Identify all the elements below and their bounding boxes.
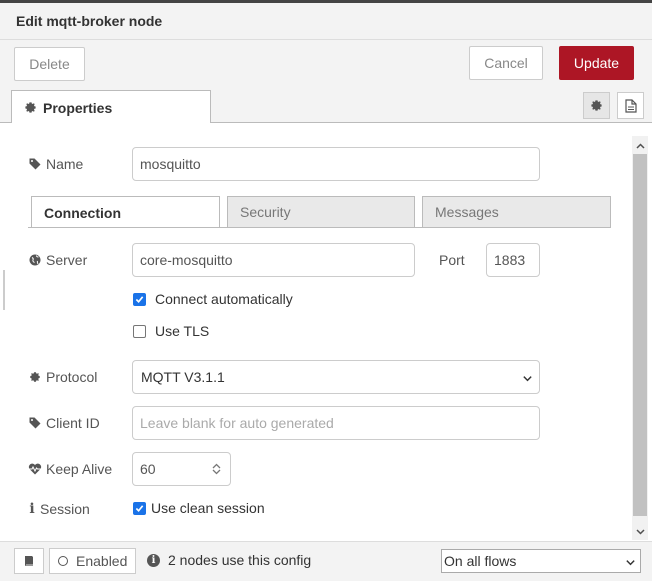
gear-icon	[590, 99, 603, 112]
clean-session-checkbox[interactable]	[133, 502, 146, 515]
client-id-label: Client ID	[28, 414, 100, 432]
port-label: Port	[439, 252, 465, 268]
tab-connection[interactable]: Connection	[31, 196, 220, 228]
button-bar	[0, 40, 652, 86]
dialog-title: Edit mqtt-broker node	[16, 13, 163, 29]
scroll-up-icon[interactable]	[632, 138, 648, 154]
tab-properties-label: Properties	[43, 99, 113, 116]
usage-info: i 2 nodes use this config	[147, 552, 311, 568]
chevron-down-icon	[522, 371, 533, 387]
description-tab-button[interactable]	[617, 92, 644, 119]
protocol-select[interactable]: MQTT V3.1.1	[132, 360, 540, 394]
scope-select[interactable]: On all flows	[441, 549, 641, 573]
enabled-toggle[interactable]: Enabled	[49, 548, 136, 574]
use-tls-label: Use TLS	[155, 323, 210, 339]
heartbeat-icon	[28, 463, 42, 475]
server-label: Server	[28, 251, 87, 269]
resize-handle[interactable]	[3, 270, 5, 310]
book-icon	[23, 555, 35, 567]
info-icon: i	[147, 553, 160, 567]
keep-alive-stepper[interactable]	[207, 459, 225, 479]
tab-messages[interactable]: Messages	[422, 196, 611, 228]
vertical-scrollbar[interactable]	[632, 136, 648, 540]
gear-icon	[28, 371, 42, 383]
clean-session-label: Use clean session	[151, 500, 265, 516]
connect-automatically-label: Connect automatically	[155, 291, 293, 307]
settings-tab-button[interactable]	[583, 92, 610, 119]
cancel-button[interactable]: Cancel	[469, 46, 543, 80]
server-input[interactable]	[132, 243, 415, 277]
chevron-down-icon	[625, 555, 636, 571]
subtab-divider	[28, 227, 610, 228]
connect-automatically-checkbox[interactable]	[133, 293, 146, 306]
tag-icon	[28, 417, 42, 429]
use-tls-checkbox[interactable]	[133, 325, 146, 338]
gear-icon	[24, 101, 37, 114]
chevron-down-icon	[212, 469, 220, 475]
session-label: i Session	[29, 501, 90, 517]
dialog-header: Edit mqtt-broker node	[0, 3, 652, 40]
help-button[interactable]	[14, 548, 44, 574]
name-label: Name	[28, 155, 83, 173]
tab-properties[interactable]: Properties	[11, 90, 211, 124]
keep-alive-label: Keep Alive	[28, 460, 112, 478]
client-id-input[interactable]	[132, 406, 540, 440]
protocol-label: Protocol	[28, 368, 97, 386]
scrollbar-thumb[interactable]	[633, 154, 647, 516]
globe-icon	[28, 254, 42, 266]
update-button[interactable]: Update	[559, 46, 634, 80]
check-icon	[135, 505, 144, 512]
enabled-indicator	[58, 556, 68, 566]
document-icon	[624, 98, 637, 113]
tag-icon	[28, 158, 42, 170]
name-input[interactable]	[132, 147, 540, 181]
tab-security[interactable]: Security	[227, 196, 415, 228]
scroll-down-icon[interactable]	[632, 524, 648, 540]
port-input[interactable]	[486, 243, 540, 277]
check-icon	[135, 296, 144, 303]
delete-button[interactable]: Delete	[14, 47, 85, 81]
info-icon: i	[29, 501, 35, 517]
